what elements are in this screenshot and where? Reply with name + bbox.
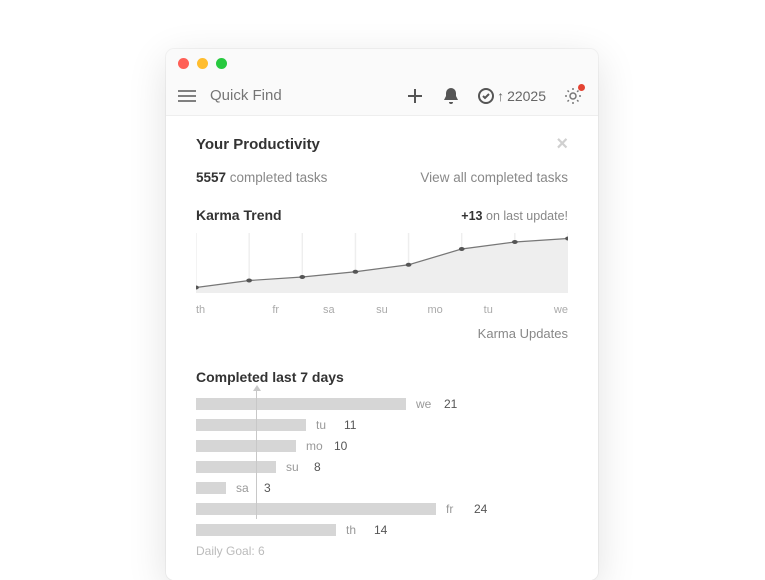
- menu-icon[interactable]: [178, 90, 196, 102]
- karma-trend-delta: +13 on last update!: [461, 209, 568, 223]
- bar: [196, 440, 296, 452]
- window-close-button[interactable]: [178, 58, 189, 69]
- karma-axis-label: we: [515, 304, 568, 316]
- bar: [196, 461, 276, 473]
- last7-chart: we 21 tu 11 mo 10 su 8 sa 3 fr 24 th 14: [196, 397, 568, 537]
- bar-row: we 21: [196, 397, 568, 411]
- window-titlebar: [166, 49, 598, 77]
- bar-value: 21: [444, 397, 457, 411]
- karma-axis-label: sa: [302, 304, 355, 316]
- settings-icon[interactable]: [564, 87, 582, 105]
- bar-value: 11: [344, 418, 356, 432]
- completed-tasks-count: 5557 completed tasks: [196, 170, 327, 185]
- toolbar-icons: ↑ 22025: [406, 87, 582, 105]
- bar-value: 8: [314, 460, 321, 474]
- panel-title: Your Productivity: [196, 136, 320, 153]
- bar-row: fr 24: [196, 502, 568, 516]
- bar-row: sa 3: [196, 481, 568, 495]
- bar-label: mo: [306, 439, 324, 453]
- up-arrow-icon: ↑: [497, 88, 504, 104]
- karma-score-value: 22025: [507, 88, 546, 104]
- bar-label: tu: [316, 418, 334, 432]
- window-minimize-button[interactable]: [197, 58, 208, 69]
- karma-axis-label: mo: [409, 304, 462, 316]
- view-all-completed-link[interactable]: View all completed tasks: [420, 170, 568, 185]
- bar-label: su: [286, 460, 304, 474]
- bar-value: 10: [334, 439, 347, 453]
- karma-score-button[interactable]: ↑ 22025: [478, 88, 546, 104]
- search-area: [210, 87, 392, 105]
- bar: [196, 482, 226, 494]
- search-input[interactable]: [210, 87, 392, 104]
- bar-row: mo 10: [196, 439, 568, 453]
- bar: [196, 419, 306, 431]
- settings-badge-icon: [578, 84, 585, 91]
- window-zoom-button[interactable]: [216, 58, 227, 69]
- last7-title: Completed last 7 days: [196, 369, 568, 385]
- app-window: ↑ 22025 Your Productivity × 5557 complet…: [166, 49, 598, 580]
- karma-trend-title: Karma Trend: [196, 207, 282, 223]
- bar: [196, 398, 406, 410]
- karma-icon: [478, 88, 494, 104]
- karma-axis-label: th: [196, 304, 249, 316]
- karma-trend-chart: [196, 233, 568, 298]
- karma-axis-label: su: [355, 304, 408, 316]
- bar-label: sa: [236, 481, 254, 495]
- bar-row: th 14: [196, 523, 568, 537]
- bar-row: su 8: [196, 460, 568, 474]
- karma-updates-link[interactable]: Karma Updates: [196, 326, 568, 341]
- bar: [196, 503, 436, 515]
- karma-trend-axis: thfrsasumotuwe: [196, 304, 568, 316]
- bar: [196, 524, 336, 536]
- karma-axis-label: fr: [249, 304, 302, 316]
- notifications-icon[interactable]: [442, 87, 460, 105]
- bar-value: 24: [474, 502, 487, 516]
- karma-axis-label: tu: [462, 304, 515, 316]
- close-icon[interactable]: ×: [556, 134, 568, 154]
- bar-value: 3: [264, 481, 271, 495]
- productivity-panel: Your Productivity × 5557 completed tasks…: [166, 116, 598, 580]
- daily-goal-label: Daily Goal: 6: [196, 544, 568, 558]
- bar-label: we: [416, 397, 434, 411]
- bar-value: 14: [374, 523, 387, 537]
- add-task-icon[interactable]: [406, 87, 424, 105]
- daily-goal-line: [256, 389, 257, 519]
- bar-label: fr: [446, 502, 464, 516]
- bar-label: th: [346, 523, 364, 537]
- bar-row: tu 11: [196, 418, 568, 432]
- main-toolbar: ↑ 22025: [166, 77, 598, 116]
